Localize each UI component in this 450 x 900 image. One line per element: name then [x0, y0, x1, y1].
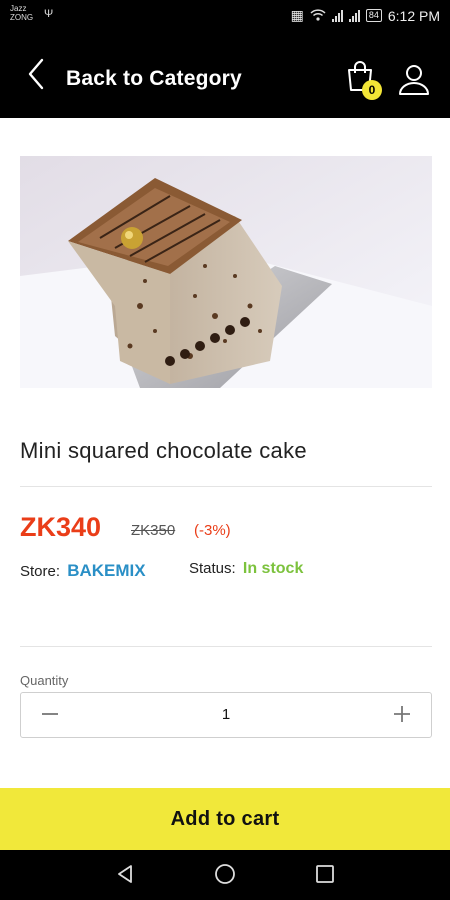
- wifi-icon: [310, 8, 326, 24]
- divider: [20, 486, 432, 487]
- stock-status: Status: In stock: [189, 560, 303, 578]
- chevron-left-icon: [26, 58, 46, 95]
- triangle-back-icon: [115, 864, 135, 889]
- system-nav-bar: [0, 850, 450, 900]
- cart-count-badge: 0: [362, 80, 382, 100]
- store-info: Store: BAKEMIX: [20, 561, 146, 581]
- carrier-line-1: Jazz: [10, 4, 27, 13]
- account-button[interactable]: [397, 62, 433, 98]
- carrier-line-2: ZONG: [10, 13, 34, 22]
- signal-icon-2: [348, 9, 360, 22]
- quantity-value[interactable]: 1: [21, 706, 431, 723]
- original-price: ZK350: [131, 522, 176, 539]
- store-link[interactable]: BAKEMIX: [67, 561, 145, 580]
- carrier-label: Jazz ZONG: [10, 4, 33, 22]
- signal-icon: [331, 9, 343, 22]
- nav-recents-button[interactable]: [312, 863, 338, 889]
- discount-label: (-3%): [194, 522, 231, 539]
- status-value: In stock: [242, 560, 304, 577]
- cart-button[interactable]: 0: [344, 60, 384, 100]
- add-to-cart-button[interactable]: Add to cart: [0, 788, 450, 850]
- battery-icon: 84: [365, 9, 382, 22]
- product-image[interactable]: [20, 156, 432, 388]
- product-name: Mini squared chocolate cake: [20, 438, 307, 463]
- nav-back-button[interactable]: [112, 863, 138, 889]
- store-label: Store:: [20, 563, 61, 580]
- vibrate-icon: ▦: [290, 7, 304, 23]
- circle-home-icon: [214, 863, 236, 890]
- usb-icon: Ψ: [44, 8, 54, 20]
- status-bar: Jazz ZONG Ψ ▦ 84 6:12 PM: [0, 0, 450, 34]
- status-time: 6:12 PM: [387, 7, 440, 24]
- page-title[interactable]: Back to Category: [66, 67, 242, 91]
- nav-home-button[interactable]: [212, 863, 238, 889]
- increase-quantity-button[interactable]: [391, 705, 413, 727]
- quantity-stepper: 1: [20, 692, 432, 738]
- user-icon: [397, 65, 431, 100]
- square-recents-icon: [315, 864, 335, 889]
- product-price: ZK340: [20, 512, 102, 542]
- status-label: Status:: [189, 560, 236, 577]
- status-icons: ▦ 84 6:12 PM: [291, 7, 440, 24]
- back-button[interactable]: [16, 56, 56, 96]
- quantity-label: Quantity: [20, 673, 69, 688]
- top-app-bar: Back to Category 0: [0, 34, 450, 118]
- divider: [20, 646, 432, 647]
- plus-icon: [393, 705, 411, 728]
